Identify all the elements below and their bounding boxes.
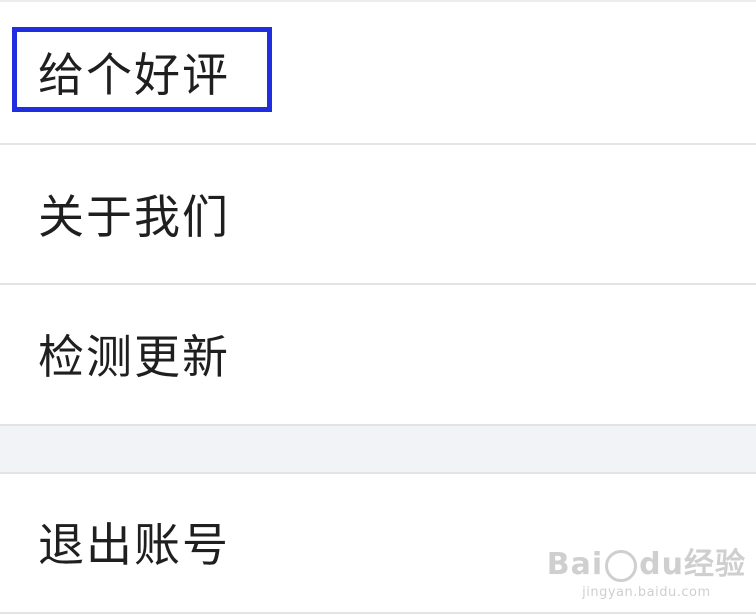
- highlight-box: [12, 27, 272, 112]
- settings-item-label: 退出账号: [38, 518, 230, 572]
- baidu-jingyan-watermark: Bai du经验 jingyan.baidu.com: [547, 539, 746, 600]
- settings-page: 给个好评 关于我们 检测更新 退出账号 Bai du经验 jingyan.baid…: [0, 0, 756, 616]
- settings-item-label: 检测更新: [38, 330, 230, 384]
- section-gap: [0, 426, 756, 473]
- paw-icon: [605, 549, 638, 582]
- watermark-brand-mid: du: [639, 547, 684, 582]
- watermark-brand-left: Bai: [546, 547, 604, 582]
- watermark-brand-right: 经验: [684, 547, 746, 582]
- watermark-domain: jingyan.baidu.com: [582, 585, 711, 600]
- row-divider: [0, 612, 756, 614]
- watermark-brand: Bai du经验: [547, 539, 746, 583]
- settings-item-label: 关于我们: [38, 190, 230, 244]
